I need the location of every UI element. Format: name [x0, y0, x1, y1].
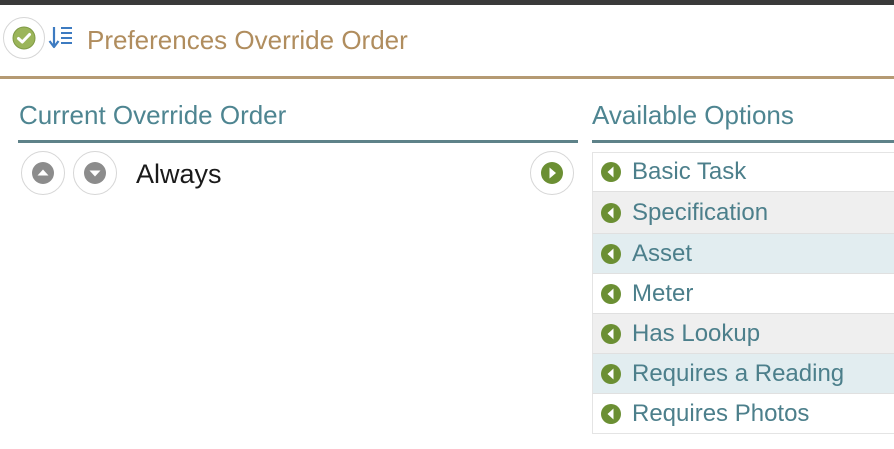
option-has-lookup[interactable]: Has Lookup	[592, 314, 894, 354]
available-options-title: Available Options	[592, 100, 794, 130]
chevron-up-circle-icon	[32, 162, 54, 184]
option-label: Has Lookup	[632, 319, 761, 347]
option-label: Requires a Reading	[632, 359, 845, 387]
available-options-list: Basic Task Specification Asset Meter Has…	[592, 152, 894, 434]
current-order-divider	[18, 140, 578, 143]
option-label: Meter	[632, 279, 694, 307]
move-down-button[interactable]	[73, 151, 117, 195]
option-label: Asset	[632, 239, 693, 267]
arrow-right-circle-icon	[541, 162, 563, 184]
current-order-item: Always	[136, 159, 222, 189]
sort-list-icon[interactable]	[48, 25, 74, 51]
option-specification[interactable]: Specification	[592, 192, 894, 234]
option-requires-a-reading[interactable]: Requires a Reading	[592, 354, 894, 394]
arrow-left-circle-icon	[600, 243, 622, 265]
header-divider	[0, 76, 894, 79]
arrow-left-circle-icon	[600, 283, 622, 305]
option-meter[interactable]: Meter	[592, 274, 894, 314]
remove-item-button[interactable]	[530, 151, 574, 195]
available-options-divider	[592, 140, 894, 143]
confirm-button[interactable]	[3, 17, 45, 59]
page-title: Preferences Override Order	[87, 25, 408, 55]
current-order-title: Current Override Order	[19, 100, 287, 130]
option-requires-photos[interactable]: Requires Photos	[592, 394, 894, 434]
arrow-left-circle-icon	[600, 403, 622, 425]
arrow-left-circle-icon	[600, 363, 622, 385]
move-up-button[interactable]	[21, 151, 65, 195]
option-basic-task[interactable]: Basic Task	[592, 152, 894, 192]
check-circle-icon	[12, 26, 36, 50]
option-label: Basic Task	[632, 158, 747, 185]
arrow-left-circle-icon	[600, 323, 622, 345]
option-asset[interactable]: Asset	[592, 234, 894, 274]
arrow-left-circle-icon	[600, 161, 622, 183]
arrow-left-circle-icon	[600, 202, 622, 224]
option-label: Requires Photos	[632, 399, 810, 427]
chevron-down-circle-icon	[84, 162, 106, 184]
option-label: Specification	[632, 198, 769, 226]
